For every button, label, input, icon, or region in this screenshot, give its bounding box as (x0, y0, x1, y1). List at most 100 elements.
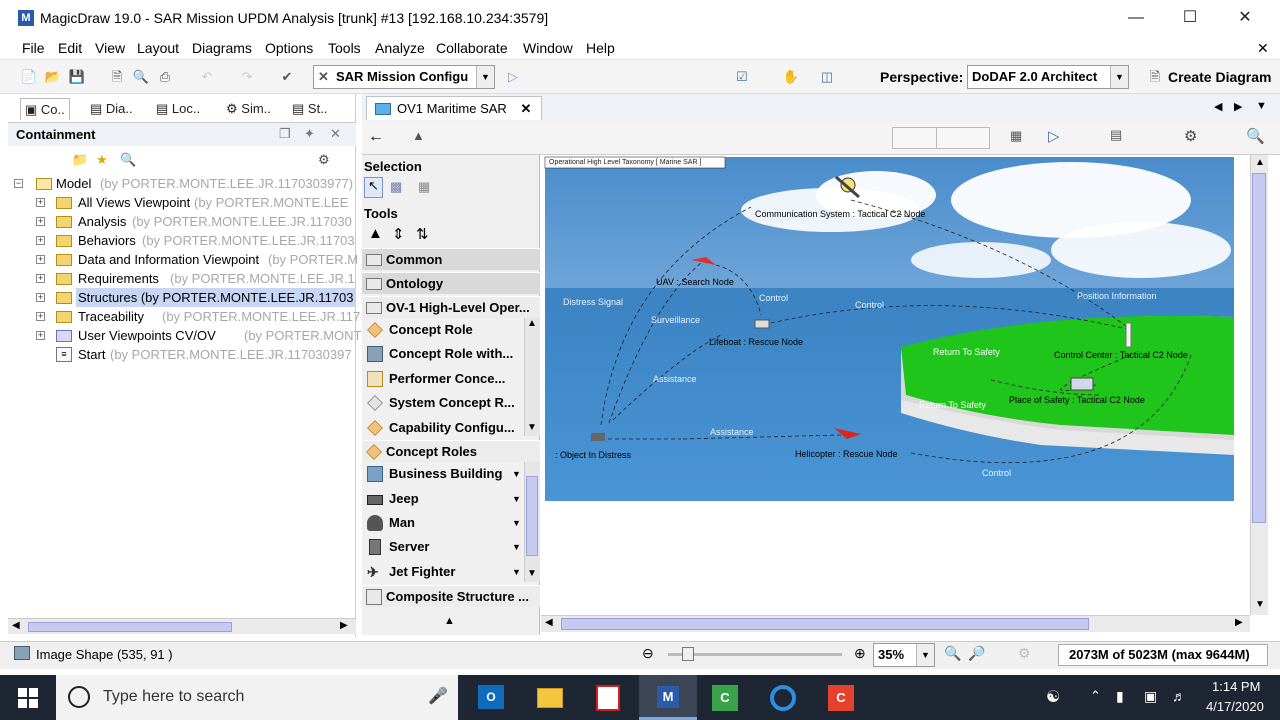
node-control-center[interactable]: Control Center : Tactical C2 Node (1054, 350, 1188, 360)
back-arrow-icon[interactable]: ← (368, 128, 384, 146)
validate-icon[interactable]: ✔ (278, 68, 296, 86)
menu-collaborate[interactable]: Collaborate (436, 40, 508, 56)
tab-lock-view[interactable]: ▤ Loc.. (156, 98, 200, 120)
cameo-app-icon[interactable]: C (712, 685, 738, 711)
scroll-up-icon[interactable]: ▲ (1255, 157, 1265, 168)
palette-group-ontology[interactable]: Ontology (362, 272, 540, 294)
scroll-right-icon[interactable]: ▶ (1235, 617, 1243, 628)
palette-group-ov1[interactable]: OV-1 High-Level Oper... (362, 296, 540, 318)
node-communication-system[interactable]: Communication System : Tactical C2 Node (755, 209, 925, 219)
close-tab-icon[interactable]: ✕ (520, 101, 531, 116)
undo-icon[interactable]: ↶ (198, 68, 216, 86)
palette-concept-role[interactable]: Concept Role (362, 318, 522, 342)
diagram-search-icon[interactable]: 🔍 (1246, 127, 1265, 145)
save-icon[interactable]: 💾 (68, 68, 86, 86)
tree-item-traceability[interactable]: + Traceability (by PORTER.MONTE.LEE.JR.1… (32, 307, 360, 326)
pointer-tool-icon[interactable]: ↖ (364, 177, 383, 198)
display-options-icon[interactable]: ▤ (1110, 127, 1122, 143)
node-object-in-distress[interactable]: : Object In Distress (555, 450, 631, 460)
minimize-button[interactable]: — (1116, 6, 1156, 30)
marquee-tool-icon[interactable]: ▩ (390, 179, 402, 195)
palette-group-concept-roles[interactable]: Concept Roles (362, 440, 540, 462)
run-diagram-icon[interactable]: ▷ (1048, 127, 1060, 145)
palette-group-common[interactable]: Common (362, 248, 540, 270)
expand-icon[interactable]: + (36, 217, 45, 226)
outlook-icon[interactable]: O (478, 685, 504, 709)
tab-simulation[interactable]: ⚙ Sim.. (226, 98, 271, 120)
canvas-horizontal-scrollbar[interactable]: ◀ ▶ (541, 615, 1250, 632)
clock-date[interactable]: 4/17/2020 (1206, 699, 1264, 714)
pin-icon[interactable]: ✦ (304, 126, 315, 142)
menu-options[interactable]: Options (265, 40, 313, 56)
node-uav[interactable]: UAV : Search Node (656, 277, 734, 287)
menu-window[interactable]: Window (523, 40, 573, 56)
scroll-left-icon[interactable]: ◀ (12, 620, 20, 631)
palette-server[interactable]: Server ▼ (362, 535, 522, 559)
tree-item-analysis[interactable]: + Analysis (by PORTER.MONTE.LEE.JR.11703… (32, 212, 356, 231)
scroll-left-icon[interactable]: ◀ (545, 617, 553, 628)
zoom-select[interactable]: 35% ▼ (873, 643, 935, 667)
palette-capability-configuration[interactable]: Capability Configu... (362, 416, 522, 440)
scrollbar-thumb[interactable] (526, 476, 538, 556)
tree-item-data-and-information-viewpoint[interactable]: + Data and Information Viewpoint (by POR… (32, 250, 358, 269)
close-panel-icon[interactable]: ✕ (330, 126, 341, 142)
taskbar-search-box[interactable]: Type here to search 🎤 (56, 675, 458, 720)
palette-group-composite-structure[interactable]: Composite Structure ... (362, 585, 540, 607)
scroll-right-icon[interactable]: ▶ (340, 620, 348, 631)
create-diagram-button[interactable]: Create Diagram (1168, 69, 1272, 85)
line-style-select[interactable] (936, 127, 990, 149)
menu-view[interactable]: View (95, 40, 125, 56)
canvas-vertical-scrollbar[interactable]: ▲ ▼ (1250, 155, 1268, 615)
tree-item-requirements[interactable]: + Requirements (by PORTER.MONTE.LEE.JR.1 (32, 269, 356, 288)
close-window-button[interactable]: ✕ (1225, 6, 1265, 30)
format-painter-icon[interactable]: ▦ (1010, 128, 1022, 144)
menu-file[interactable]: File (22, 40, 45, 56)
checklist-icon[interactable]: ☑ (733, 68, 751, 86)
star-icon[interactable]: ★ (96, 152, 108, 168)
settings-gear-icon[interactable]: ⚙ (318, 152, 330, 168)
scroll-up-icon[interactable]: ▲ (527, 318, 537, 329)
restore-panel-icon[interactable]: ❐ (279, 126, 291, 142)
multi-select-tool-icon[interactable]: ▦ (418, 179, 430, 195)
print-preview-icon[interactable]: 🔍 (132, 68, 150, 86)
tree-item-all-views-viewpoint[interactable]: + All Views Viewpoint (by PORTER.MONTE.L… (32, 193, 356, 212)
scrollbar-thumb[interactable] (28, 622, 232, 632)
tree-item-user-viewpoints[interactable]: + User Viewpoints CV/OV (by PORTER.MONTE… (32, 326, 381, 345)
tab-ov1-maritime-sar[interactable]: OV1 Maritime SAR ✕ (366, 96, 543, 120)
tree-item-model[interactable]: − Model (by PORTER.MONTE.LEE.JR.11703039… (12, 174, 356, 193)
scroll-down-icon[interactable]: ▼ (1255, 599, 1265, 610)
menu-tools[interactable]: Tools (328, 40, 361, 56)
tree-item-behaviors[interactable]: + Behaviors (by PORTER.MONTE.LEE.JR.1170… (32, 231, 356, 250)
scrollbar-thumb[interactable] (1252, 173, 1266, 523)
export-icon[interactable]: 🗎 (108, 68, 126, 86)
tab-containment[interactable]: ▣ Co.. (20, 98, 70, 120)
split-tool-icon[interactable]: ⇕ (392, 225, 405, 243)
palette-business-building[interactable]: Business Building ▼ (362, 462, 522, 486)
file-explorer-icon[interactable] (537, 688, 563, 708)
palette-jet-fighter[interactable]: ✈ Jet Fighter ▼ (362, 560, 522, 584)
teamwork-icon[interactable]: ◫ (818, 68, 836, 86)
expand-icon[interactable]: + (36, 331, 45, 340)
cameo-red-app-icon[interactable]: C (828, 685, 854, 711)
font-size-select[interactable] (892, 127, 938, 149)
collapse-icon[interactable]: − (14, 179, 23, 188)
redo-icon[interactable]: ↷ (238, 68, 256, 86)
show-hidden-icons[interactable]: ⌃ (1090, 688, 1101, 704)
node-helicopter[interactable]: Helicopter : Rescue Node (795, 449, 898, 459)
palette-concept-role-with[interactable]: Concept Role with... (362, 342, 522, 366)
node-lifeboat[interactable]: Lifeboat : Rescue Node (709, 337, 803, 347)
create-diagram-icon[interactable]: 🗎 (1146, 68, 1164, 86)
palette-man[interactable]: Man ▼ (362, 511, 522, 535)
expand-icon[interactable]: + (36, 255, 45, 264)
palette-performer-concept[interactable]: Performer Conce... (362, 367, 522, 391)
run-icon[interactable]: ▷ (504, 68, 522, 86)
clock-time[interactable]: 1:14 PM (1212, 679, 1260, 694)
tree-item-structures[interactable]: + Structures (by PORTER.MONTE.LEE.JR.117… (32, 288, 356, 307)
tab-scroll-left-icon[interactable]: ◀ (1214, 100, 1222, 113)
zoom-actual-icon[interactable]: 🔎 (968, 645, 985, 662)
perspective-select[interactable]: DoDAF 2.0 Architect ▼ (967, 65, 1129, 89)
node-place-of-safety[interactable]: Place of Safety : Tactical C2 Node (1009, 395, 1145, 405)
memory-gc-icon[interactable]: ⚙ (1018, 645, 1031, 662)
zoom-out-icon[interactable]: ⊖ (642, 645, 654, 662)
print-icon[interactable]: ⎙ (156, 68, 174, 86)
